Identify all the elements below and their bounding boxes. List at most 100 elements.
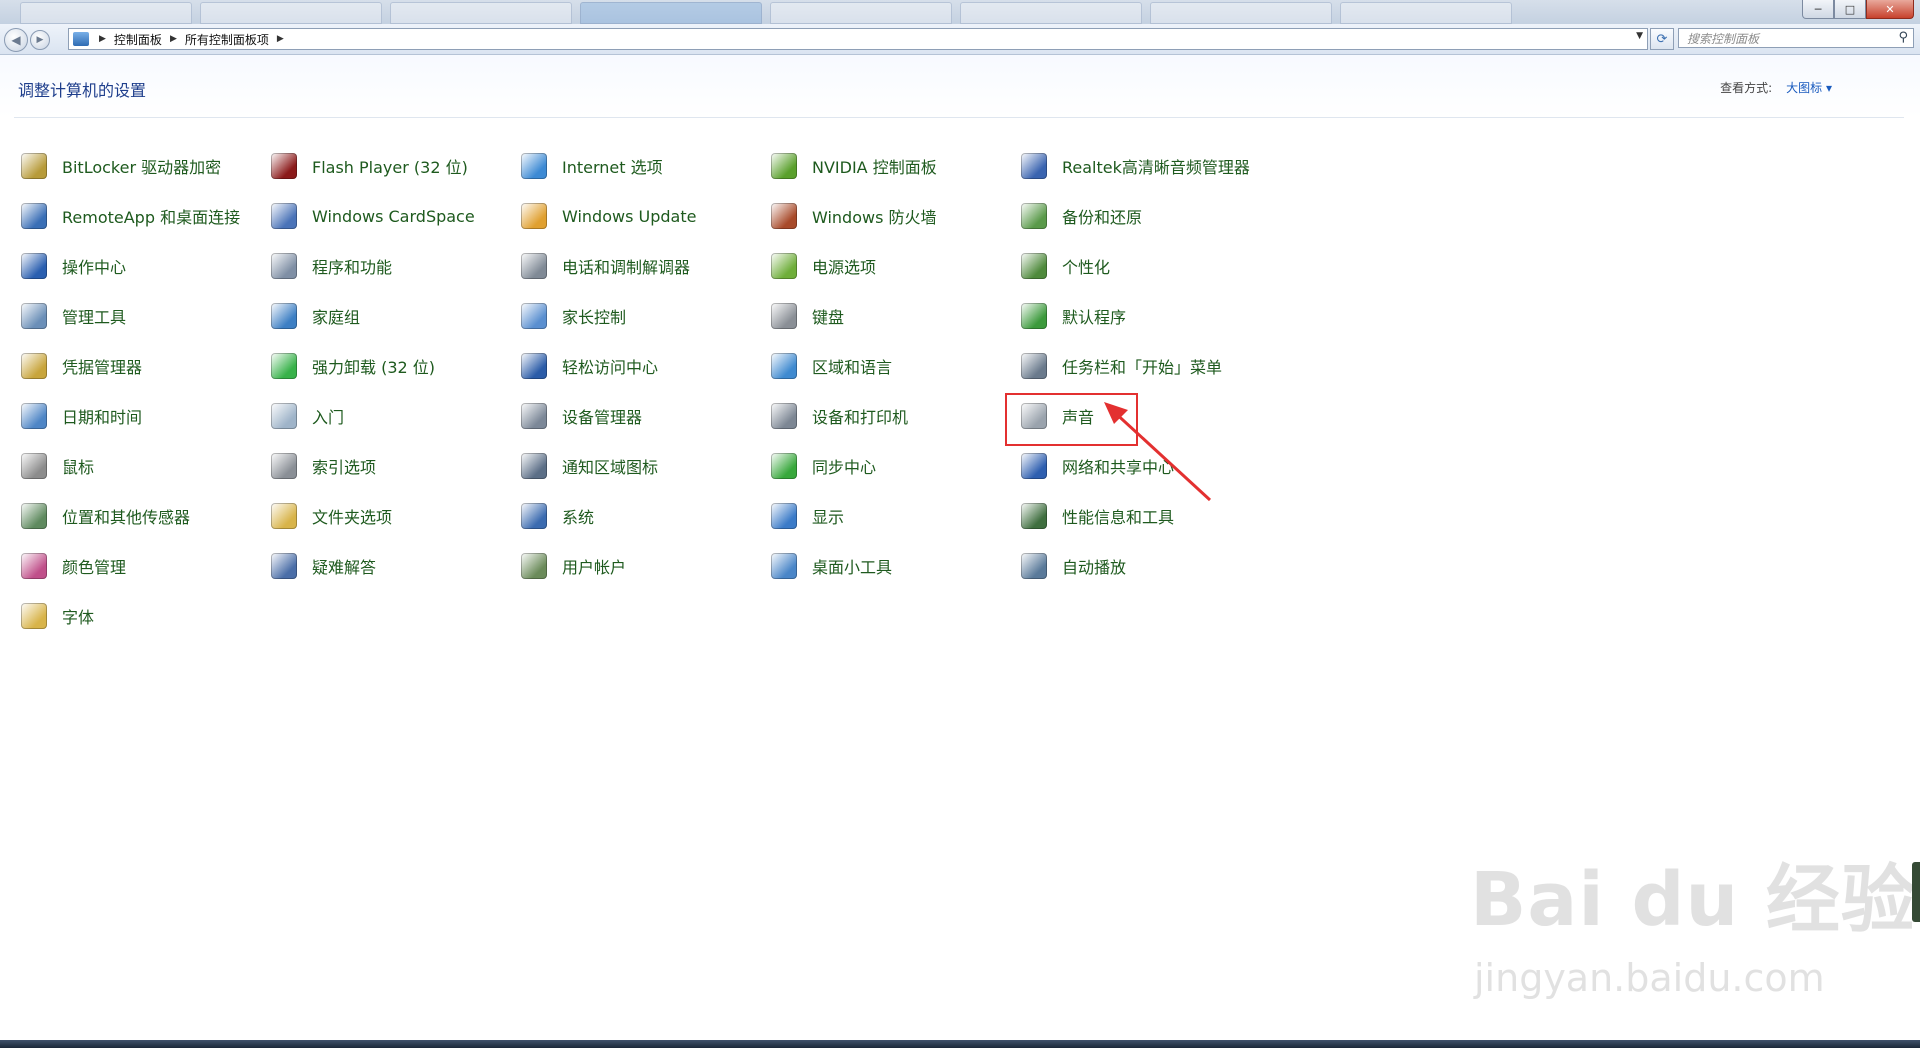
control-panel-item[interactable]: 操作中心 [18, 246, 258, 286]
background-tab[interactable] [20, 2, 192, 24]
control-panel-item-label: Flash Player (32 位) [312, 158, 468, 177]
close-button[interactable]: ✕ [1866, 0, 1914, 19]
control-panel-item[interactable]: 默认程序 [1018, 296, 1258, 336]
breadcrumb-separator-icon[interactable]: ▶ [99, 34, 106, 44]
search-input[interactable]: 搜索控制面板 ⚲ [1678, 28, 1914, 48]
minimize-button[interactable]: ─ [1802, 0, 1834, 19]
control-panel-item[interactable]: 电源选项 [768, 246, 1008, 286]
background-tab[interactable] [390, 2, 572, 24]
control-panel-item[interactable]: 键盘 [768, 296, 1008, 336]
control-panel-item[interactable]: Windows Update [518, 196, 758, 236]
control-panel-item[interactable]: 区域和语言 [768, 346, 1008, 386]
control-panel-item-label: Windows 防火墙 [812, 208, 937, 227]
control-panel-item[interactable]: 字体 [18, 596, 258, 636]
breadcrumb-separator-icon[interactable]: ▶ [170, 34, 177, 44]
control-panel-item[interactable]: Windows CardSpace [268, 196, 508, 236]
ease-of-access-icon [518, 350, 550, 382]
control-panel-item[interactable]: 索引选项 [268, 446, 508, 486]
background-tab[interactable] [770, 2, 952, 24]
address-bar[interactable]: ▶ 控制面板 ▶ 所有控制面板项 ▶ ▼ [68, 28, 1648, 50]
control-panel-item[interactable]: 家庭组 [268, 296, 508, 336]
breadcrumb-separator-icon[interactable]: ▶ [277, 34, 284, 44]
performance-icon [1018, 500, 1050, 532]
control-panel-item-label: 键盘 [812, 308, 845, 327]
background-tab[interactable] [1340, 2, 1512, 24]
control-panel-item-label: 家长控制 [562, 308, 627, 327]
parental-control-icon [518, 300, 550, 332]
taskbar[interactable] [0, 1040, 1920, 1048]
control-panel-item[interactable]: 设备管理器 [518, 396, 758, 436]
control-panel-item-label: Windows CardSpace [312, 206, 475, 226]
control-panel-item[interactable]: Windows 防火墙 [768, 196, 1008, 236]
maximize-button[interactable]: □ [1834, 0, 1866, 19]
control-panel-item[interactable]: 任务栏和「开始」菜单 [1018, 346, 1258, 386]
control-panel-item[interactable]: BitLocker 驱动器加密 [18, 146, 258, 186]
address-dropdown-icon[interactable]: ▼ [1636, 31, 1643, 41]
control-panel-item[interactable]: 程序和功能 [268, 246, 508, 286]
control-panel-item-label: 通知区域图标 [562, 458, 659, 477]
control-panel-item[interactable]: 同步中心 [768, 446, 1008, 486]
control-panel-item[interactable]: 显示 [768, 496, 1008, 536]
view-by-label: 查看方式: [1720, 81, 1773, 95]
control-panel-icon [73, 32, 89, 46]
control-panel-item[interactable]: Internet 选项 [518, 146, 758, 186]
remote-desktop-icon [18, 200, 50, 232]
control-panel-item[interactable]: RemoteApp 和桌面连接 [18, 196, 258, 236]
view-by-dropdown[interactable]: 大图标 ▾ [1786, 79, 1832, 96]
control-panel-item[interactable]: 桌面小工具 [768, 546, 1008, 586]
back-arrow-icon: ◀ [11, 33, 21, 47]
control-panel-item[interactable]: 家长控制 [518, 296, 758, 336]
control-panel-item[interactable]: 备份和还原 [1018, 196, 1258, 236]
background-tab[interactable] [580, 2, 762, 24]
keyboard-icon [768, 300, 800, 332]
control-panel-item-label: 桌面小工具 [812, 558, 893, 577]
control-panel-item-label: 显示 [812, 508, 845, 527]
control-panel-item-label: 同步中心 [812, 458, 877, 477]
control-panel-item[interactable]: 设备和打印机 [768, 396, 1008, 436]
control-panel-item-label: 凭据管理器 [62, 358, 143, 377]
control-panel-item-label: 设备和打印机 [812, 408, 909, 427]
control-panel-item-label: 用户帐户 [562, 558, 627, 577]
control-panel-item[interactable]: 用户帐户 [518, 546, 758, 586]
control-panel-item[interactable]: 鼠标 [18, 446, 258, 486]
homegroup-icon [268, 300, 300, 332]
back-button[interactable]: ◀ [4, 28, 28, 52]
forward-button[interactable]: ▶ [30, 30, 50, 50]
background-tab[interactable] [1150, 2, 1332, 24]
control-panel-item[interactable]: 强力卸载 (32 位) [268, 346, 508, 386]
control-panel-item[interactable]: 入门 [268, 396, 508, 436]
control-panel-item[interactable]: 日期和时间 [18, 396, 258, 436]
control-panel-item[interactable]: 颜色管理 [18, 546, 258, 586]
control-panel-item[interactable]: 凭据管理器 [18, 346, 258, 386]
font-folder-icon [18, 600, 50, 632]
control-panel-item[interactable]: 通知区域图标 [518, 446, 758, 486]
control-panel-item[interactable]: 个性化 [1018, 246, 1258, 286]
breadcrumb-control-panel[interactable]: 控制面板 [114, 31, 162, 48]
flag-icon [18, 250, 50, 282]
header-divider [14, 117, 1904, 118]
programs-icon [268, 250, 300, 282]
search-icon[interactable]: ⚲ [1898, 30, 1908, 45]
control-panel-item[interactable]: 自动播放 [1018, 546, 1258, 586]
control-panel-item[interactable]: 电话和调制解调器 [518, 246, 758, 286]
control-panel-item[interactable]: NVIDIA 控制面板 [768, 146, 1008, 186]
control-panel-item[interactable]: 疑难解答 [268, 546, 508, 586]
view-by-control: 查看方式: 大图标 ▾ [1720, 79, 1832, 96]
control-panel-item[interactable]: 位置和其他传感器 [18, 496, 258, 536]
control-panel-item[interactable]: Flash Player (32 位) [268, 146, 508, 186]
background-tab[interactable] [200, 2, 382, 24]
control-panel-item-label: 索引选项 [312, 458, 377, 477]
refresh-button[interactable]: ⟳ [1650, 28, 1674, 50]
mouse-icon [18, 450, 50, 482]
control-panel-item[interactable]: Realtek高清晰音频管理器 [1018, 146, 1258, 186]
control-panel-item[interactable]: 系统 [518, 496, 758, 536]
control-panel-item-label: 设备管理器 [562, 408, 643, 427]
background-tab[interactable] [960, 2, 1142, 24]
control-panel-item[interactable]: 文件夹选项 [268, 496, 508, 536]
breadcrumb-all-items[interactable]: 所有控制面板项 [185, 31, 269, 48]
control-panel-item[interactable]: 管理工具 [18, 296, 258, 336]
backup-icon [1018, 200, 1050, 232]
control-panel-item[interactable]: 轻松访问中心 [518, 346, 758, 386]
folder-options-icon [268, 500, 300, 532]
side-gadget-handle[interactable] [1912, 862, 1920, 922]
